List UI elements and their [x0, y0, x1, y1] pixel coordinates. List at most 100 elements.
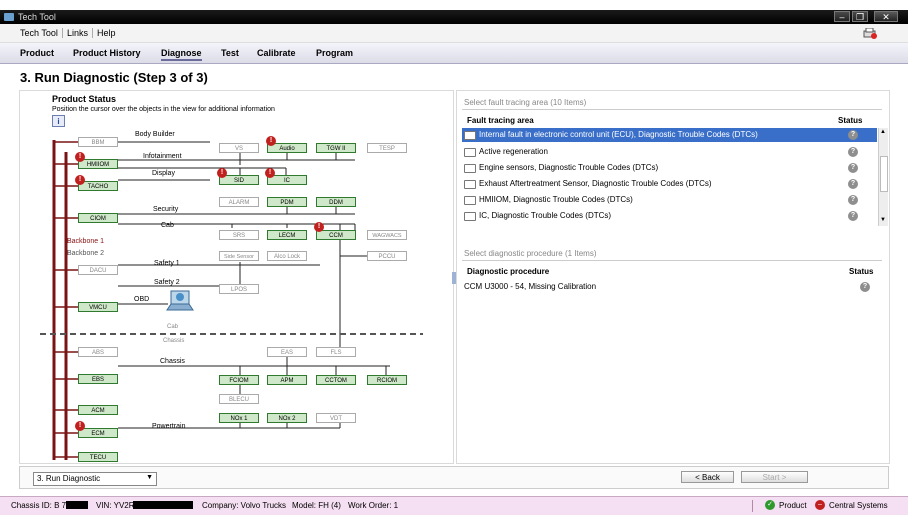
ecu-apm[interactable]: APM — [267, 375, 307, 385]
ecu-vdt[interactable]: VDT — [316, 413, 356, 423]
fault-row[interactable]: HMIIOM, Diagnostic Trouble Codes (DTCs) … — [462, 193, 877, 207]
group-safety-2: Safety 2 — [154, 279, 180, 286]
status-unknown-icon: ? — [848, 163, 858, 173]
fault-row[interactable]: Internal fault in electronic control uni… — [462, 128, 877, 142]
redacted-block — [66, 501, 88, 509]
status-unknown-icon: ? — [848, 211, 858, 221]
redacted-block — [133, 501, 193, 509]
back-button[interactable]: < Back — [681, 471, 734, 483]
col-diagnostic-procedure[interactable]: Diagnostic procedure — [467, 267, 549, 276]
ecu-vs[interactable]: VS — [219, 143, 259, 153]
col-fault-area[interactable]: Fault tracing area — [467, 116, 534, 125]
col-status[interactable]: Status — [838, 116, 862, 125]
vin: VIN: YV2R — [96, 501, 135, 510]
ecu-rciom[interactable]: RCIOM — [367, 375, 407, 385]
scroll-up-icon[interactable]: ▲ — [880, 129, 886, 135]
step-select[interactable]: 3. Run Diagnostic ▼ — [33, 472, 157, 486]
folder-icon — [464, 131, 476, 140]
product-ok-icon: ✓ — [765, 500, 775, 510]
folder-icon — [464, 180, 476, 189]
ecu-blecu[interactable]: BLECU — [219, 394, 259, 404]
fault-badge-icon: ! — [75, 175, 85, 185]
status-unknown-icon: ? — [860, 282, 870, 292]
group-obd: OBD — [134, 296, 150, 303]
ecu-alarm[interactable]: ALARM — [219, 197, 259, 207]
ecu-vmcu[interactable]: VMCU — [78, 302, 118, 312]
fault-badge-icon: ! — [75, 152, 85, 162]
col-procedure-status[interactable]: Status — [849, 267, 873, 276]
status-unknown-icon: ? — [848, 130, 858, 140]
laptop-icon[interactable] — [165, 290, 195, 314]
central-systems-error-icon: – — [815, 500, 825, 510]
ecu-lpos[interactable]: LPOS — [219, 284, 259, 294]
central-systems-label[interactable]: Central Systems — [829, 501, 888, 510]
folder-icon — [464, 196, 476, 205]
scroll-down-icon[interactable]: ▼ — [880, 217, 886, 223]
ecu-nox-1[interactable]: NOx 1 — [219, 413, 259, 423]
group-cab: Cab — [161, 222, 174, 229]
ecu-pccu[interactable]: PCCU — [367, 251, 407, 261]
fault-badge-icon: ! — [266, 136, 276, 146]
status-unknown-icon: ? — [848, 195, 858, 205]
ecu-alco-lock[interactable]: Alco Lock — [267, 251, 307, 261]
ecu-tecu[interactable]: TECU — [78, 452, 118, 462]
fault-row[interactable]: IC, Diagnostic Trouble Codes (DTCs) ? — [462, 209, 877, 223]
ecu-bbm[interactable]: BBM — [78, 137, 118, 147]
fault-row[interactable]: Engine sensors, Diagnostic Trouble Codes… — [462, 161, 877, 175]
ecu-lecm[interactable]: LECM — [267, 230, 307, 240]
group-powertrain: Powertrain — [152, 423, 186, 430]
ecu-abs[interactable]: ABS — [78, 347, 118, 357]
status-unknown-icon: ? — [848, 179, 858, 189]
fault-row[interactable]: Active regeneration ? — [462, 145, 877, 159]
ecu-cctom[interactable]: CCTOM — [316, 375, 356, 385]
ecu-hmiiom[interactable]: HMIIOM — [78, 159, 118, 169]
fault-badge-icon: ! — [217, 168, 227, 178]
scrollbar-thumb[interactable] — [880, 156, 888, 192]
group-body-builder: Body Builder — [135, 131, 175, 138]
ecu-ebs[interactable]: EBS — [78, 374, 118, 384]
group-infotainment: Infotainment — [143, 153, 182, 160]
ecu-ciom[interactable]: CIOM — [78, 213, 118, 223]
panel-splitter[interactable] — [452, 272, 456, 284]
ecu-tgw[interactable]: TGW II — [316, 143, 356, 153]
backbone-2-label: Backbone 2 — [67, 250, 104, 257]
backbone-1-label: Backbone 1 — [67, 238, 104, 245]
product-status-label[interactable]: Product — [779, 501, 807, 510]
folder-icon — [464, 212, 476, 221]
chassis-id: Chassis ID: B 7 — [11, 501, 67, 510]
ecu-srs[interactable]: SRS — [219, 230, 259, 240]
fault-badge-icon: ! — [75, 421, 85, 431]
model: Model: FH (4) — [292, 501, 341, 510]
ecu-dacu[interactable]: DACU — [78, 265, 118, 275]
group-security: Security — [153, 206, 179, 213]
procedure-section-title: Select diagnostic procedure (1 Items) — [464, 249, 597, 258]
group-safety-1: Safety 1 — [154, 260, 180, 267]
fault-badge-icon: ! — [265, 168, 275, 178]
chassis-divider-label: Chassis — [163, 338, 185, 344]
group-display: Display — [152, 170, 175, 177]
procedure-row[interactable]: CCM U3000 - 54, Missing Calibration ? — [462, 280, 877, 294]
start-button[interactable]: Start > — [741, 471, 808, 483]
ecu-fciom[interactable]: FCIOM — [219, 375, 259, 385]
ecu-tesp[interactable]: TESP — [367, 143, 407, 153]
ecu-acm[interactable]: ACM — [78, 405, 118, 415]
ecu-side-sensor[interactable]: Side Sensor — [219, 251, 259, 261]
ecu-pdm[interactable]: PDM — [267, 197, 307, 207]
folder-icon — [464, 164, 476, 173]
ecu-ccm[interactable]: CCM — [316, 230, 356, 240]
fault-row[interactable]: Exhaust Aftertreatment Sensor, Diagnosti… — [462, 177, 877, 191]
folder-icon — [464, 148, 476, 157]
ecu-eas[interactable]: EAS — [267, 347, 307, 357]
fault-list-scrollbar[interactable]: ▲ ▼ — [878, 128, 888, 226]
cab-divider-label: Cab — [167, 324, 179, 330]
ecu-wagwacs[interactable]: WAGWACS — [367, 230, 407, 240]
work-order: Work Order: 1 — [348, 501, 399, 510]
ecu-ddm[interactable]: DDM — [316, 197, 356, 207]
ecu-fls[interactable]: FLS — [316, 347, 356, 357]
group-chassis: Chassis — [160, 358, 185, 365]
ecu-nox-2[interactable]: NOx 2 — [267, 413, 307, 423]
fault-area-section-title: Select fault tracing area (10 Items) — [464, 98, 587, 107]
company: Company: Volvo Trucks — [202, 501, 287, 510]
status-unknown-icon: ? — [848, 147, 858, 157]
ecu-ecm[interactable]: ECM — [78, 428, 118, 438]
